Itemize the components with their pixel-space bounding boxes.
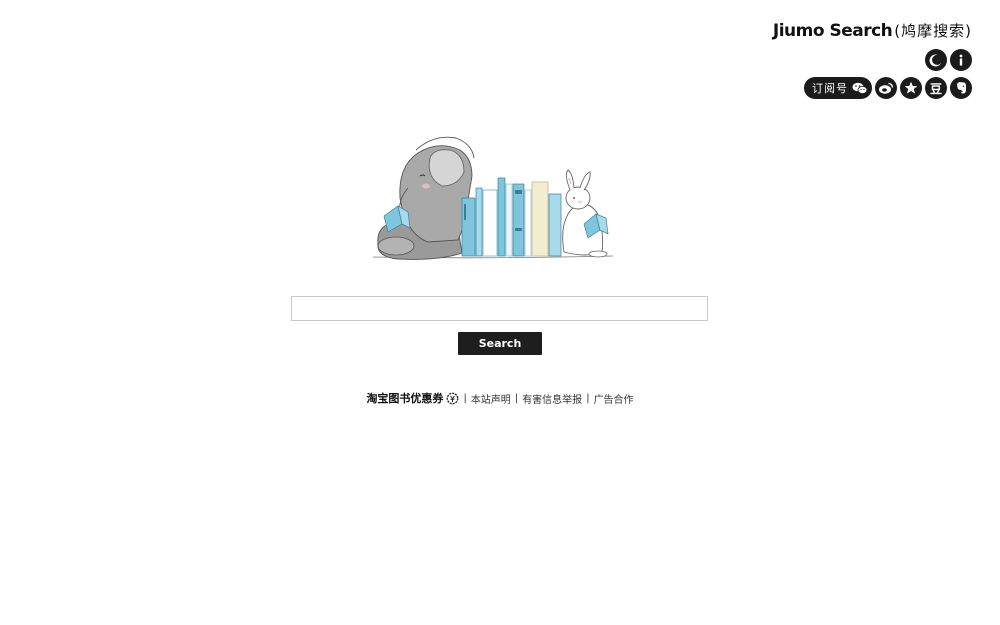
page: Jiumo Search (鸠摩搜索) 订阅号 豆 Search 淘宝图书优惠券…: [0, 0, 1000, 625]
utility-icons: [925, 49, 972, 71]
info-button[interactable]: [950, 49, 972, 71]
search-input[interactable]: [291, 296, 708, 321]
star-icon: [904, 81, 918, 94]
report-harmful-info-link[interactable]: 有害信息举报: [522, 391, 582, 406]
weibo-button[interactable]: [875, 77, 897, 99]
search-button[interactable]: Search: [458, 332, 542, 355]
evernote-icon: [957, 82, 966, 94]
taobao-book-coupon-link[interactable]: 淘宝图书优惠券: [366, 390, 443, 406]
subscribe-label: 订阅号: [812, 82, 848, 95]
footer-links: 淘宝图书优惠券 | 本站声明 | 有害信息举报 | 广告合作: [0, 390, 1000, 406]
link-separator: |: [514, 392, 519, 404]
site-title-cn: (鸠摩搜索): [894, 22, 972, 40]
douban-button[interactable]: 豆: [925, 77, 947, 99]
moon-icon: [929, 54, 941, 67]
site-title-en: Jiumo Search: [772, 21, 893, 41]
social-icons: 订阅号 豆: [804, 77, 972, 99]
weibo-icon: [879, 82, 894, 94]
evernote-button[interactable]: [950, 77, 972, 99]
reading-animals-illustration: [372, 136, 614, 260]
info-icon: [959, 54, 963, 66]
coupon-icon[interactable]: [446, 392, 459, 405]
favorite-button[interactable]: [900, 77, 922, 99]
advertising-link[interactable]: 广告合作: [594, 391, 634, 406]
link-separator: |: [463, 392, 467, 404]
douban-icon: 豆: [929, 81, 942, 96]
site-statement-link[interactable]: 本站声明: [471, 391, 511, 406]
wechat-icon: [852, 82, 868, 94]
theme-toggle-button[interactable]: [925, 49, 947, 71]
subscribe-button[interactable]: 订阅号: [804, 77, 872, 99]
site-title[interactable]: Jiumo Search (鸠摩搜索): [773, 20, 972, 41]
link-separator: |: [586, 392, 590, 404]
